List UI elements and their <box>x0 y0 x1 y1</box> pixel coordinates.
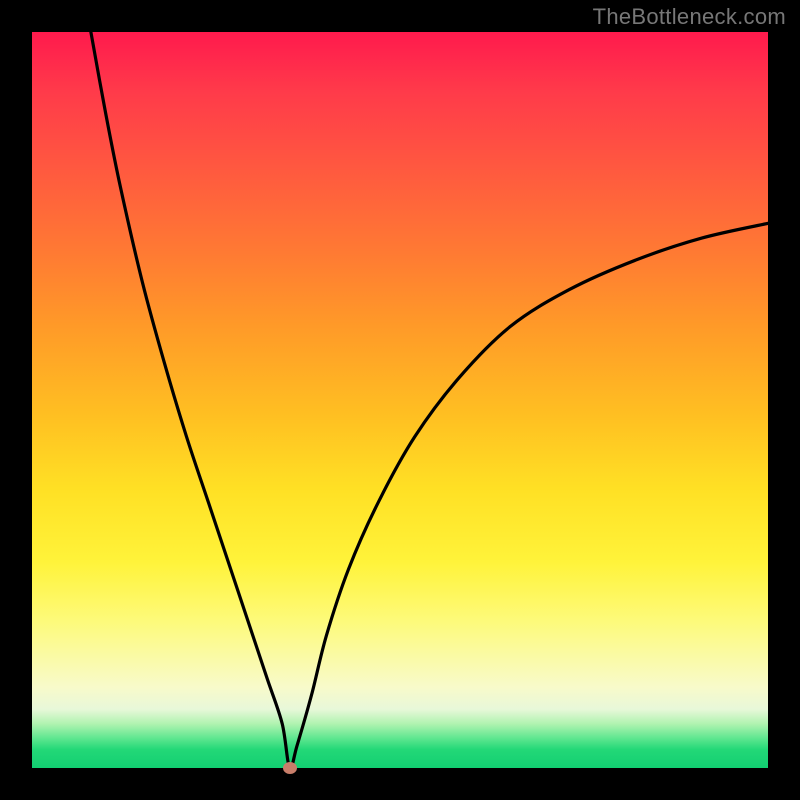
optimum-marker <box>283 762 297 774</box>
chart-curve <box>32 32 768 768</box>
watermark-text: TheBottleneck.com <box>593 4 786 30</box>
chart-container: TheBottleneck.com <box>0 0 800 800</box>
